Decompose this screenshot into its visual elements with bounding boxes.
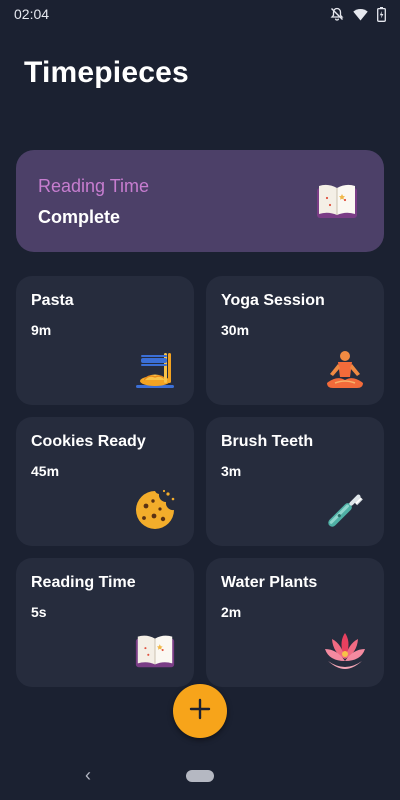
timer-card-yoga-session[interactable]: Yoga Session 30m <box>206 276 384 405</box>
timer-card-pasta[interactable]: Pasta 9m <box>16 276 194 405</box>
yoga-icon <box>323 347 367 391</box>
timer-name: Reading Time <box>31 574 136 591</box>
timer-duration: 2m <box>221 604 242 620</box>
timer-name: Brush Teeth <box>221 433 314 450</box>
timer-grid: Pasta 9m Yoga Session 30m Cookies Ready … <box>16 276 384 687</box>
timer-duration: 3m <box>221 463 242 479</box>
timer-duration: 9m <box>31 322 52 338</box>
nav-home-handle[interactable] <box>186 770 214 782</box>
timer-card-water-plants[interactable]: Water Plants 2m <box>206 558 384 687</box>
lotus-icon <box>323 629 367 673</box>
battery-icon <box>377 6 386 22</box>
pasta-icon <box>133 347 177 391</box>
page-title: Timepieces <box>24 56 189 89</box>
timer-duration: 30m <box>221 322 250 338</box>
book-icon <box>314 180 360 222</box>
timer-duration: 5s <box>31 604 47 620</box>
nav-back-button[interactable]: ‹ <box>78 765 98 785</box>
cookie-icon <box>133 488 177 532</box>
timer-name: Yoga Session <box>221 292 325 309</box>
status-icons <box>330 6 386 22</box>
bell-off-icon <box>330 7 344 21</box>
book-icon <box>133 629 177 673</box>
toothbrush-icon <box>323 488 367 532</box>
status-bar: 02:04 <box>0 0 400 28</box>
wifi-icon <box>353 8 368 21</box>
timer-name: Pasta <box>31 292 74 309</box>
timer-name: Cookies Ready <box>31 433 146 450</box>
plus-icon <box>189 698 211 725</box>
timer-card-brush-teeth[interactable]: Brush Teeth 3m <box>206 417 384 546</box>
completed-timer-banner[interactable]: Reading Time Complete <box>16 150 384 252</box>
timer-duration: 45m <box>31 463 60 479</box>
status-time: 02:04 <box>14 6 50 22</box>
timer-name: Water Plants <box>221 574 318 591</box>
timer-card-cookies-ready[interactable]: Cookies Ready 45m <box>16 417 194 546</box>
add-timer-button[interactable] <box>173 684 227 738</box>
timer-card-reading-time[interactable]: Reading Time 5s <box>16 558 194 687</box>
